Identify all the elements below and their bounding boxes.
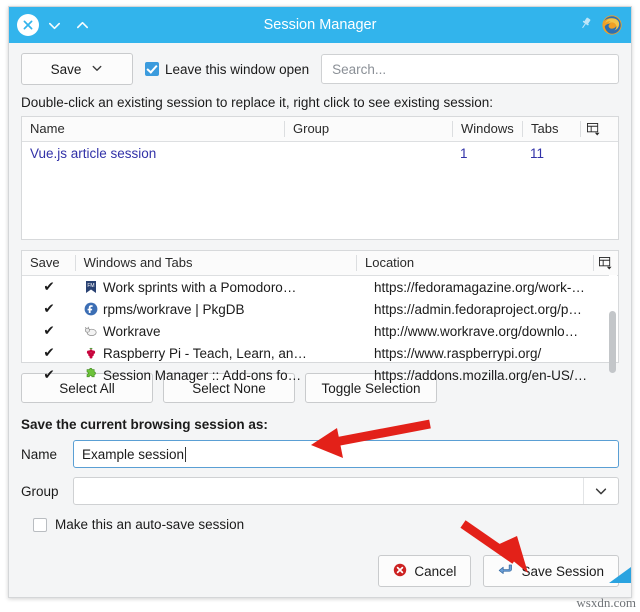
tab-title-cell[interactable]: FM Work sprints with a Pomodoro…: [76, 280, 366, 295]
error-circle-icon: [393, 563, 407, 580]
session-name-value: Example session: [82, 446, 185, 462]
tab-title: Session Manager :: Add-ons fo…: [103, 367, 302, 383]
row-save-checkmark[interactable]: ✔: [22, 279, 76, 295]
search-placeholder: Search...: [332, 61, 387, 77]
vertical-scrollbar[interactable]: [609, 275, 617, 373]
tab-title-cell[interactable]: Raspberry Pi - Teach, Learn, an…: [76, 346, 366, 361]
sessions-table-header: Name Group Windows Tabs: [22, 117, 618, 142]
group-label: Group: [21, 483, 59, 499]
save-button[interactable]: Save: [21, 53, 133, 85]
leave-window-open-checkbox[interactable]: Leave this window open: [145, 62, 309, 77]
tab-title: Workrave: [103, 323, 161, 339]
auto-save-checkbox[interactable]: Make this an auto-save session: [33, 517, 619, 532]
auto-save-label: Make this an auto-save session: [55, 517, 245, 532]
table-row[interactable]: Vue.js article session 1 11: [22, 142, 618, 164]
tab-location: https://addons.mozilla.org/en-US/…: [374, 367, 588, 383]
sessions-table-body: Vue.js article session 1 11: [22, 142, 618, 164]
window-title: Session Manager: [263, 17, 377, 33]
puzzle-piece-icon: [84, 368, 98, 382]
window-titlebar: Session Manager: [9, 7, 631, 43]
windows-and-tabs-table[interactable]: Save Windows and Tabs Location ✔ FM Work…: [21, 250, 619, 383]
search-input[interactable]: Search...: [321, 54, 619, 84]
chevron-down-icon[interactable]: [41, 12, 67, 38]
column-header-tabs[interactable]: Tabs: [522, 121, 580, 137]
row-save-checkmark[interactable]: ✔: [22, 301, 76, 317]
enter-arrow-icon: [498, 563, 514, 580]
checkbox-box: [33, 517, 47, 532]
chevron-up-icon[interactable]: [69, 12, 95, 38]
form-heading: Save the current browsing session as:: [21, 417, 268, 432]
svg-text:FM: FM: [87, 283, 94, 289]
pin-icon[interactable]: [578, 16, 593, 34]
tab-title: Work sprints with a Pomodoro…: [103, 279, 297, 295]
checkbox-box: [145, 62, 159, 76]
session-group-select[interactable]: [73, 477, 619, 505]
session-windows-count: 1: [460, 145, 468, 161]
save-session-button[interactable]: Save Session: [483, 555, 619, 587]
table-row[interactable]: ✔ Workrave http://www.workrave.org/downl…: [22, 320, 618, 342]
save-session-form: Save the current browsing session as: Na…: [9, 407, 631, 532]
main-toolbar: Save Leave this window open Search...: [9, 43, 631, 93]
watermark-text: wsxdn.com: [576, 595, 636, 610]
row-save-checkmark[interactable]: ✔: [22, 367, 76, 383]
table-row[interactable]: ✔ Session Manager :: Add-ons fo… https:/…: [22, 364, 618, 386]
session-name-input[interactable]: Example session: [73, 440, 619, 468]
tab-title-cell[interactable]: Workrave: [76, 324, 366, 339]
instruction-text: Double-click an existing session to repl…: [21, 95, 493, 110]
tab-title: Raspberry Pi - Teach, Learn, an…: [103, 345, 307, 361]
tab-location: https://admin.fedoraproject.org/p…: [374, 301, 582, 317]
column-picker-icon[interactable]: [580, 121, 606, 137]
titlebar-right-controls: [578, 7, 623, 43]
chevron-down-icon[interactable]: [583, 478, 618, 504]
name-field-row: Name Example session: [21, 440, 619, 468]
close-icon[interactable]: [17, 14, 39, 36]
row-save-checkmark[interactable]: ✔: [22, 345, 76, 361]
chevron-down-icon[interactable]: [91, 62, 103, 77]
column-header-name[interactable]: Name: [22, 121, 284, 137]
session-manager-window: Session Manager Save Leave this window o…: [8, 6, 632, 598]
tab-title-cell[interactable]: Session Manager :: Add-ons fo…: [76, 368, 366, 383]
column-header-save[interactable]: Save: [22, 255, 75, 271]
dialog-footer: Cancel Save Session: [378, 555, 619, 587]
session-tabs-count: 11: [530, 145, 545, 161]
fedora-icon: [84, 302, 98, 316]
cancel-button[interactable]: Cancel: [378, 555, 472, 587]
row-save-checkmark[interactable]: ✔: [22, 323, 76, 339]
column-header-location[interactable]: Location: [355, 255, 593, 271]
table-row[interactable]: ✔ Raspberry Pi - Teach, Learn, an… https…: [22, 342, 618, 364]
raspberry-pi-icon: [84, 346, 98, 360]
sessions-table[interactable]: Name Group Windows Tabs Vue.js article s…: [21, 116, 619, 240]
tabs-table-header: Save Windows and Tabs Location: [22, 251, 618, 276]
save-button-label: Save: [50, 61, 82, 77]
column-picker-icon[interactable]: [592, 255, 618, 271]
tabs-table-body: ✔ FM Work sprints with a Pomodoro… https…: [22, 276, 618, 386]
column-header-windows-and-tabs[interactable]: Windows and Tabs: [74, 255, 356, 271]
tab-location: http://www.workrave.org/downlo…: [374, 323, 579, 339]
leave-window-open-label: Leave this window open: [165, 61, 310, 77]
cancel-button-label: Cancel: [414, 563, 457, 579]
table-row[interactable]: ✔ rpms/workrave | PkgDB https://admin.fe…: [22, 298, 618, 320]
tab-location: https://www.raspberrypi.org/: [374, 345, 542, 361]
table-row[interactable]: ✔ FM Work sprints with a Pomodoro… https…: [22, 276, 618, 298]
column-header-group[interactable]: Group: [284, 121, 452, 137]
name-label: Name: [21, 446, 58, 462]
scrollbar-thumb[interactable]: [609, 311, 616, 373]
session-name[interactable]: Vue.js article session: [22, 146, 284, 161]
tab-location: https://fedoramagazine.org/work-…: [374, 279, 585, 295]
fedora-magazine-icon: FM: [84, 280, 98, 294]
tab-title: rpms/workrave | PkgDB: [103, 301, 245, 317]
titlebar-left-controls: [9, 12, 95, 38]
save-session-button-label: Save Session: [521, 563, 604, 579]
text-cursor: [185, 446, 187, 462]
group-field-row: Group: [21, 477, 619, 505]
tab-title-cell[interactable]: rpms/workrave | PkgDB: [76, 302, 366, 317]
firefox-icon[interactable]: [601, 14, 623, 36]
workrave-icon: [84, 324, 98, 338]
watermark-triangle: [609, 567, 631, 583]
column-header-windows[interactable]: Windows: [452, 121, 522, 137]
